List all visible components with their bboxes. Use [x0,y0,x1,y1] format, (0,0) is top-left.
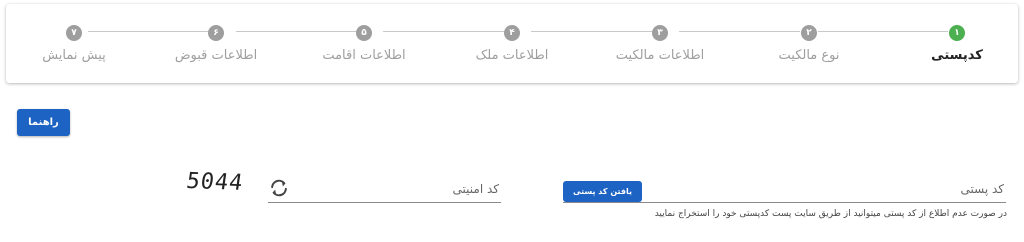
step-postal-code[interactable]: ۱ کدپستی [897,25,1017,63]
captcha-input[interactable] [268,176,501,203]
step-number: ۵ [356,25,372,41]
refresh-icon[interactable] [268,177,290,199]
step-label: اطلاعات مالکیت [615,48,705,63]
step-label: اطلاعات ملک [475,48,549,63]
step-property-info[interactable]: ۴ اطلاعات ملک [452,25,572,63]
captcha-image: 5044 [184,168,245,196]
step-label: اطلاعات قبوض [174,48,258,63]
page: ۱ کدپستی ۲ نوع مالکیت ۳ اطلاعات مالکیت ۴… [0,0,1024,242]
step-number: ۳ [652,25,668,41]
step-number: ۷ [66,25,82,41]
step-bills-info[interactable]: ۶ اطلاعات قبوض [156,25,276,63]
step-number: ۲ [801,25,817,41]
find-postal-code-button[interactable]: یافتن کد پستی [563,181,642,202]
step-label: نوع مالکیت [778,48,840,63]
step-number: ۱ [949,25,965,41]
step-number: ۶ [208,25,224,41]
help-button[interactable]: راهنما [17,109,70,136]
step-ownership-info[interactable]: ۳ اطلاعات مالکیت [600,25,720,63]
step-label: کدپستی [931,48,983,63]
step-residence-info[interactable]: ۵ اطلاعات اقامت [304,25,424,63]
stepper: ۱ کدپستی ۲ نوع مالکیت ۳ اطلاعات مالکیت ۴… [6,4,1018,83]
postal-code-hint: در صورت عدم اطلاع از کد پستی میتوانید از… [654,209,1007,219]
step-ownership-type[interactable]: ۲ نوع مالکیت [749,25,869,63]
step-number: ۴ [504,25,520,41]
step-label: اطلاعات اقامت [322,48,406,63]
step-label: پیش نمایش [42,48,106,63]
step-preview[interactable]: ۷ پیش نمایش [14,25,134,63]
